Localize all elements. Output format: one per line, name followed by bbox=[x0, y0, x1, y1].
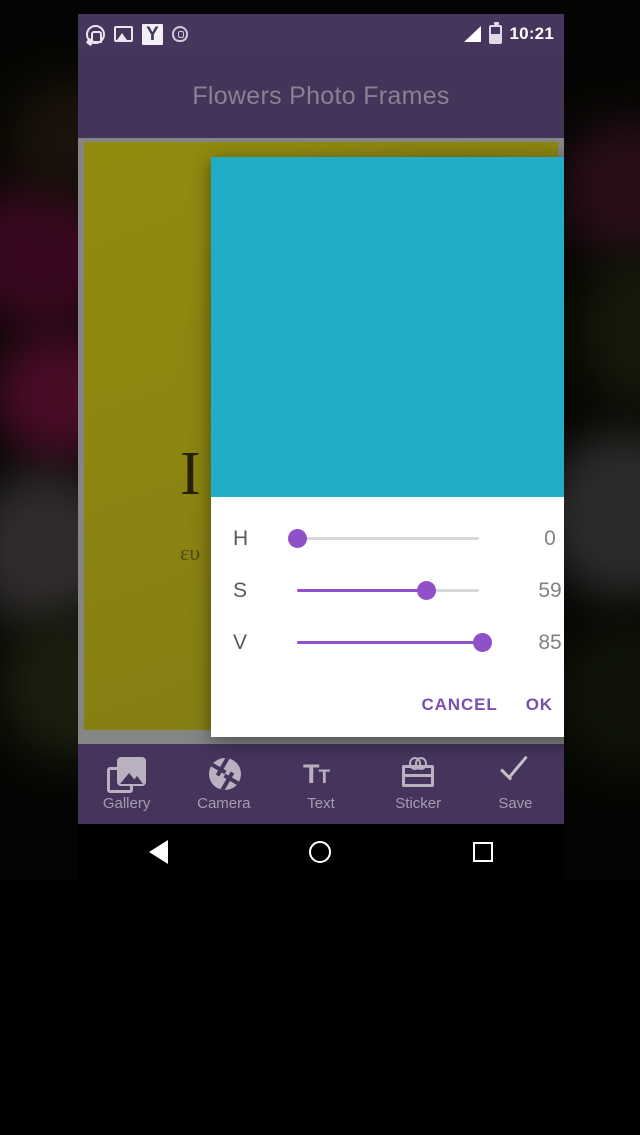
slider-row-v[interactable]: V 85 bbox=[211, 617, 564, 669]
camera-aperture-icon bbox=[204, 757, 244, 793]
slider-value-h: 0 bbox=[544, 527, 556, 550]
gallery-icon bbox=[114, 26, 133, 42]
cancel-button[interactable]: CANCEL bbox=[421, 695, 497, 715]
color-preview-swatch bbox=[211, 157, 564, 497]
slider-thumb-h[interactable] bbox=[288, 529, 307, 548]
toolbar-item-sticker[interactable]: Sticker bbox=[370, 756, 467, 812]
slider-track-s[interactable] bbox=[279, 565, 507, 617]
dialog-actions: CANCEL OK bbox=[211, 669, 564, 731]
photo-library-icon bbox=[106, 756, 147, 793]
slider-label-s: S bbox=[233, 579, 248, 602]
status-time: 10:21 bbox=[509, 24, 554, 43]
color-picker-dialog: H 0 S 59 V 85 CANCEL OK bbox=[211, 157, 564, 737]
whatsapp-icon bbox=[86, 24, 105, 44]
gift-sticker-icon bbox=[398, 756, 438, 793]
slider-track-h[interactable] bbox=[279, 513, 507, 565]
back-icon[interactable] bbox=[148, 840, 168, 864]
slider-value-s: 59 bbox=[538, 579, 562, 602]
slider-track-bg bbox=[297, 537, 479, 540]
hsv-sliders: H 0 S 59 V 85 bbox=[211, 497, 564, 669]
text-icon-small: T bbox=[318, 766, 331, 788]
phone-screen: 10:21 Flowers Photo Frames I ευ Gallery bbox=[78, 14, 564, 824]
slider-thumb-v[interactable] bbox=[473, 633, 493, 652]
slider-value-v: 85 bbox=[538, 631, 562, 654]
toolbar-label-camera: Camera bbox=[197, 794, 251, 812]
toolbar-item-camera[interactable]: Camera bbox=[175, 757, 272, 812]
check-icon bbox=[495, 757, 535, 793]
signal-icon bbox=[463, 26, 481, 42]
app-bar: Flowers Photo Frames bbox=[78, 54, 564, 138]
slider-track-v[interactable] bbox=[279, 617, 507, 669]
slider-label-h: H bbox=[233, 527, 249, 550]
battery-icon bbox=[488, 21, 502, 44]
home-icon[interactable] bbox=[309, 841, 332, 863]
ok-button[interactable]: OK bbox=[526, 695, 553, 715]
toolbar-item-gallery[interactable]: Gallery bbox=[78, 756, 175, 812]
toolbar-label-sticker: Sticker bbox=[395, 794, 442, 812]
status-bar: 10:21 bbox=[78, 14, 564, 54]
shield-icon bbox=[172, 26, 188, 42]
bottom-toolbar: Gallery Camera TT Text Sticker Save bbox=[78, 744, 564, 824]
slider-row-h[interactable]: H0 bbox=[211, 513, 564, 565]
android-nav-bar bbox=[78, 824, 564, 880]
promo-band: COLOR All Most Colors bbox=[0, 880, 640, 1135]
slider-fill bbox=[297, 589, 426, 592]
toolbar-label-save: Save bbox=[498, 794, 533, 812]
yandex-icon bbox=[142, 23, 163, 45]
toolbar-item-save[interactable]: Save bbox=[467, 757, 564, 812]
slider-fill bbox=[297, 641, 483, 644]
slider-label-v: V bbox=[233, 631, 248, 654]
toolbar-label-text: Text bbox=[307, 794, 335, 812]
text-icon-big: T bbox=[303, 758, 319, 789]
toolbar-item-text[interactable]: TT Text bbox=[272, 757, 369, 812]
text-format-icon: TT bbox=[301, 757, 341, 793]
page-title: Flowers Photo Frames bbox=[192, 81, 450, 110]
toolbar-label-gallery: Gallery bbox=[102, 794, 151, 812]
slider-row-s[interactable]: S 59 bbox=[211, 565, 564, 617]
slider-thumb-s[interactable] bbox=[416, 581, 436, 600]
recents-icon[interactable] bbox=[473, 842, 494, 862]
